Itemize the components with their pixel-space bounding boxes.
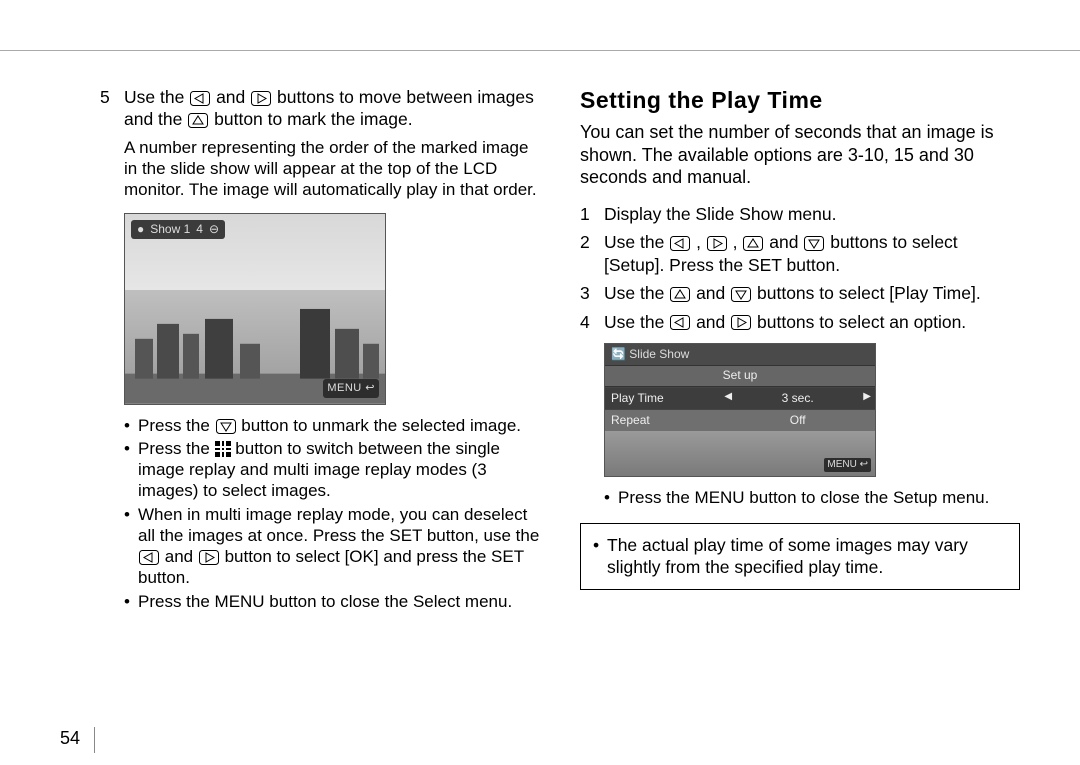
left-arrow-icon — [190, 91, 210, 106]
right-arrow-icon — [199, 550, 219, 565]
lcd2-key: Play Time — [605, 388, 720, 409]
left-arrow-icon — [670, 315, 690, 330]
down-arrow-icon — [731, 287, 751, 302]
step-number: 2 — [580, 231, 604, 276]
text: Press the — [138, 439, 215, 458]
left-arrow-icon — [670, 236, 690, 251]
text: buttons to select an option. — [757, 312, 966, 332]
bullet-item: • When in multi image replay mode, you c… — [124, 504, 540, 589]
text: , — [696, 232, 706, 252]
up-arrow-icon — [670, 287, 690, 302]
step-number: 4 — [580, 311, 604, 333]
right-arrow-icon — [251, 91, 271, 106]
step-number: 1 — [580, 203, 604, 225]
bullet-item: • Press the button to switch between the… — [124, 438, 540, 502]
lcd1-menu-badge: MENU ↩ — [323, 379, 379, 397]
text: button to unmark the selected image. — [241, 416, 521, 435]
right-arrow-icon — [707, 236, 727, 251]
lcd-screenshot-2: 🔄 Slide Show Set up Play Time 3 sec. Rep… — [604, 343, 876, 477]
lcd2-row-repeat: Repeat Off — [605, 409, 875, 431]
lcd2-row-playtime: Play Time 3 sec. — [605, 387, 875, 409]
text: Press the MENU button to close the Setup… — [618, 487, 1020, 508]
right-bullets: •Press the MENU button to close the Setu… — [604, 487, 1020, 508]
left-column: 5 Use the and buttons to move between im… — [100, 86, 540, 614]
step-5-sub: A number representing the order of the m… — [124, 137, 540, 201]
down-arrow-icon — [216, 419, 236, 434]
text: Use the — [604, 232, 669, 252]
text: Use the — [604, 283, 669, 303]
step-body: Use the and buttons to select [Play Time… — [604, 282, 1020, 304]
text: and — [696, 283, 730, 303]
lcd2-val: Off — [720, 410, 875, 431]
bullet-item: • Press the button to unmark the selecte… — [124, 415, 540, 436]
text: and — [769, 232, 803, 252]
text: buttons to select [Play Time]. — [757, 283, 981, 303]
lcd2-header-text: Slide Show — [629, 347, 689, 361]
text: button to mark the image. — [214, 109, 412, 129]
text: and — [165, 547, 198, 566]
text: When in multi image replay mode, you can… — [138, 505, 539, 545]
lcd2-key: Repeat — [605, 410, 720, 431]
step-number: 3 — [580, 282, 604, 304]
step-number: 5 — [100, 86, 124, 131]
step-5: 5 Use the and buttons to move between im… — [100, 86, 540, 131]
lcd-screenshot-1: ● Show 1 4 ⊖ MENU ↩ — [124, 213, 386, 405]
lcd1-topbar: ● Show 1 4 ⊖ — [131, 220, 225, 239]
step-1: 1 Display the Slide Show menu. — [580, 203, 1020, 225]
left-bullets: • Press the button to unmark the selecte… — [124, 415, 540, 612]
lcd2-bg: MENU ↩ — [605, 431, 875, 476]
step-2: 2 Use the , , and buttons to select [Set… — [580, 231, 1020, 276]
step-body: Use the , , and buttons to select [Setup… — [604, 231, 1020, 276]
lcd2-val: 3 sec. — [720, 388, 875, 409]
text: Use the — [604, 312, 669, 332]
page-number: 54 — [60, 728, 80, 749]
lcd2-header: 🔄 Slide Show — [605, 344, 875, 365]
text: Press the MENU button to close the Selec… — [138, 591, 540, 612]
text: Press the — [138, 416, 215, 435]
note-box: •The actual play time of some images may… — [580, 523, 1020, 591]
right-column: Setting the Play Time You can set the nu… — [580, 86, 1020, 614]
note-text: The actual play time of some images may … — [607, 534, 1007, 580]
step-4: 4 Use the and buttons to select an optio… — [580, 311, 1020, 333]
top-rule — [0, 50, 1080, 51]
step-3: 3 Use the and buttons to select [Play Ti… — [580, 282, 1020, 304]
bullet-item: •Press the MENU button to close the Sele… — [124, 591, 540, 612]
up-arrow-icon — [743, 236, 763, 251]
section-heading: Setting the Play Time — [580, 86, 1020, 115]
down-arrow-icon — [804, 236, 824, 251]
bullet-item: •Press the MENU button to close the Setu… — [604, 487, 1020, 508]
step-body: Use the and buttons to move between imag… — [124, 86, 540, 131]
up-arrow-icon — [188, 113, 208, 128]
intro-text: You can set the number of seconds that a… — [580, 121, 1020, 189]
text: and — [696, 312, 730, 332]
step-body: Display the Slide Show menu. — [604, 203, 1020, 225]
step-body: Use the and buttons to select an option. — [604, 311, 1020, 333]
lcd2-menu-badge: MENU ↩ — [824, 458, 871, 473]
grid-icon — [215, 441, 231, 457]
lcd1-show: Show 1 — [150, 222, 190, 237]
text: , — [733, 232, 743, 252]
lcd2-tab: Set up — [605, 365, 875, 386]
text: and — [216, 87, 250, 107]
text: Use the — [124, 87, 189, 107]
right-arrow-icon — [731, 315, 751, 330]
left-arrow-icon — [139, 550, 159, 565]
lcd1-count: 4 — [196, 222, 203, 237]
page-number-divider — [94, 727, 95, 753]
